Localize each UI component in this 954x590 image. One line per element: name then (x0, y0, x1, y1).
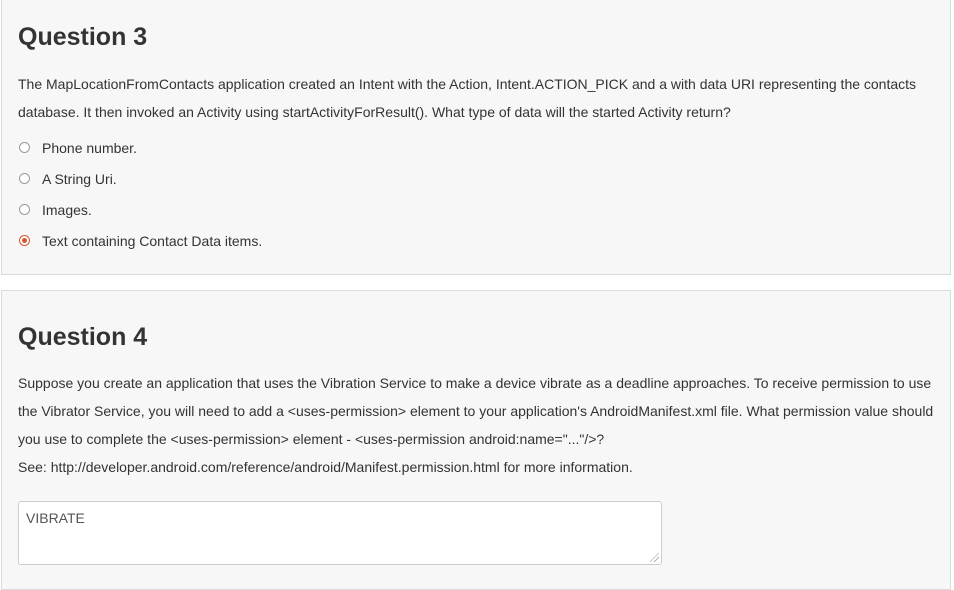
question-3-prompt: The MapLocationFromContacts application … (18, 76, 917, 120)
option-label: Images. (42, 201, 92, 218)
question-4-text: Suppose you create an application that u… (18, 369, 940, 481)
question-4-prompt: Suppose you create an application that u… (18, 375, 934, 447)
question-4-card: Question 4 Suppose you create an applica… (1, 290, 951, 590)
option-string-uri[interactable]: A String Uri. (19, 163, 262, 194)
question-3-title: Question 3 (18, 23, 148, 51)
radio-button[interactable] (19, 204, 30, 215)
question-4-see-link: See: http://developer.android.com/refere… (18, 459, 633, 475)
option-text-contact-data[interactable]: Text containing Contact Data items. (19, 225, 262, 256)
option-label: A String Uri. (42, 170, 117, 187)
radio-button-selected[interactable] (19, 235, 30, 246)
question-3-card: Question 3 The MapLocationFromContacts a… (1, 0, 951, 275)
radio-button[interactable] (19, 142, 30, 153)
option-label: Phone number. (42, 139, 137, 156)
answer-value: VIBRATE (26, 510, 85, 526)
radio-button[interactable] (19, 173, 30, 184)
question-3-options: Phone number. A String Uri. Images. Text… (19, 132, 262, 256)
answer-textarea[interactable]: VIBRATE (18, 501, 662, 565)
question-4-title: Question 4 (18, 323, 148, 351)
option-images[interactable]: Images. (19, 194, 262, 225)
question-3-text: The MapLocationFromContacts application … (18, 70, 940, 126)
resize-handle-icon[interactable] (650, 553, 659, 562)
option-label: Text containing Contact Data items. (42, 232, 263, 249)
option-phone-number[interactable]: Phone number. (19, 132, 262, 163)
